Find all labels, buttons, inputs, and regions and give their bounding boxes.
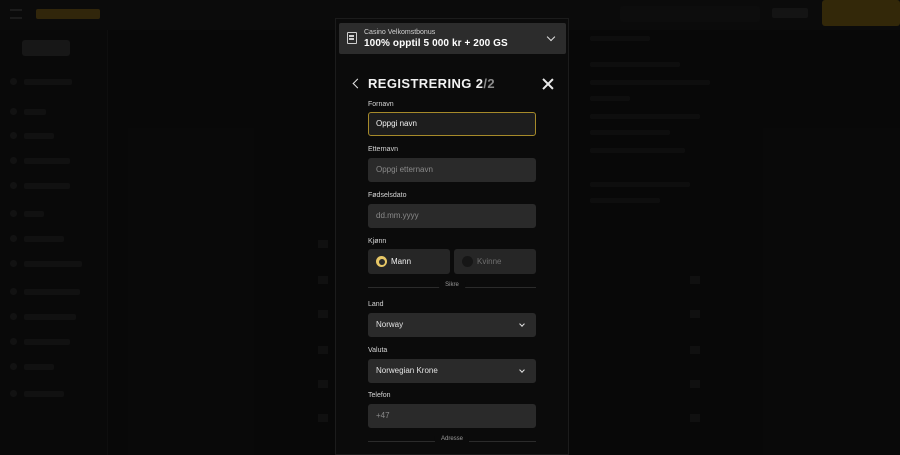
bonus-subtitle: Casino Velkomstbonus [364, 29, 436, 36]
gender-label: Kjønn [368, 238, 387, 245]
radio-unselected-icon [462, 256, 473, 267]
gender-option-label: Mann [391, 257, 412, 266]
bonus-selector[interactable]: Casino Velkomstbonus 100% opptil 5 000 k… [339, 23, 566, 54]
country-value: Norway [376, 320, 404, 329]
page-title: REGISTRERING 2/2 [368, 76, 495, 91]
currency-select[interactable]: Norwegian Krone [368, 359, 536, 383]
birthdate-input[interactable]: dd.mm.yyyy [368, 204, 536, 228]
section-divider-address: Adresse [368, 436, 536, 445]
registration-modal: Casino Velkomstbonus 100% opptil 5 000 k… [335, 18, 569, 455]
gender-option-label: Kvinne [477, 257, 502, 266]
divider-label: Sikre [439, 282, 465, 288]
last-name-input[interactable]: Oppgi etternavn [368, 158, 536, 182]
gender-option-male[interactable]: Mann [368, 249, 450, 274]
gender-option-female[interactable]: Kvinne [454, 249, 536, 274]
phone-label: Telefon [368, 392, 391, 399]
modal-header: REGISTRERING 2/2 [336, 75, 568, 95]
phone-input[interactable]: +47 [368, 404, 536, 428]
birthdate-label: Fødselsdato [368, 192, 407, 199]
country-select[interactable]: Norway [368, 313, 536, 337]
first-name-input[interactable]: Oppgi navn [368, 112, 536, 136]
chevron-down-icon [519, 321, 525, 327]
radio-selected-icon [376, 256, 387, 267]
last-name-label: Etternavn [368, 146, 398, 153]
voucher-icon [347, 32, 357, 44]
chevron-down-icon [519, 367, 525, 373]
currency-label: Valuta [368, 347, 388, 354]
back-arrow-icon[interactable] [352, 78, 363, 89]
currency-value: Norwegian Krone [376, 366, 438, 375]
bonus-title: 100% opptil 5 000 kr + 200 GS [364, 38, 508, 49]
first-name-label: Fornavn [368, 101, 394, 108]
title-total: /2 [483, 76, 496, 91]
close-icon[interactable] [542, 78, 554, 90]
divider-label: Adresse [434, 436, 470, 442]
section-divider-secure: Sikre [368, 282, 536, 291]
title-text: REGISTRERING [368, 76, 472, 91]
country-label: Land [368, 301, 384, 308]
chevron-down-icon [546, 32, 556, 42]
